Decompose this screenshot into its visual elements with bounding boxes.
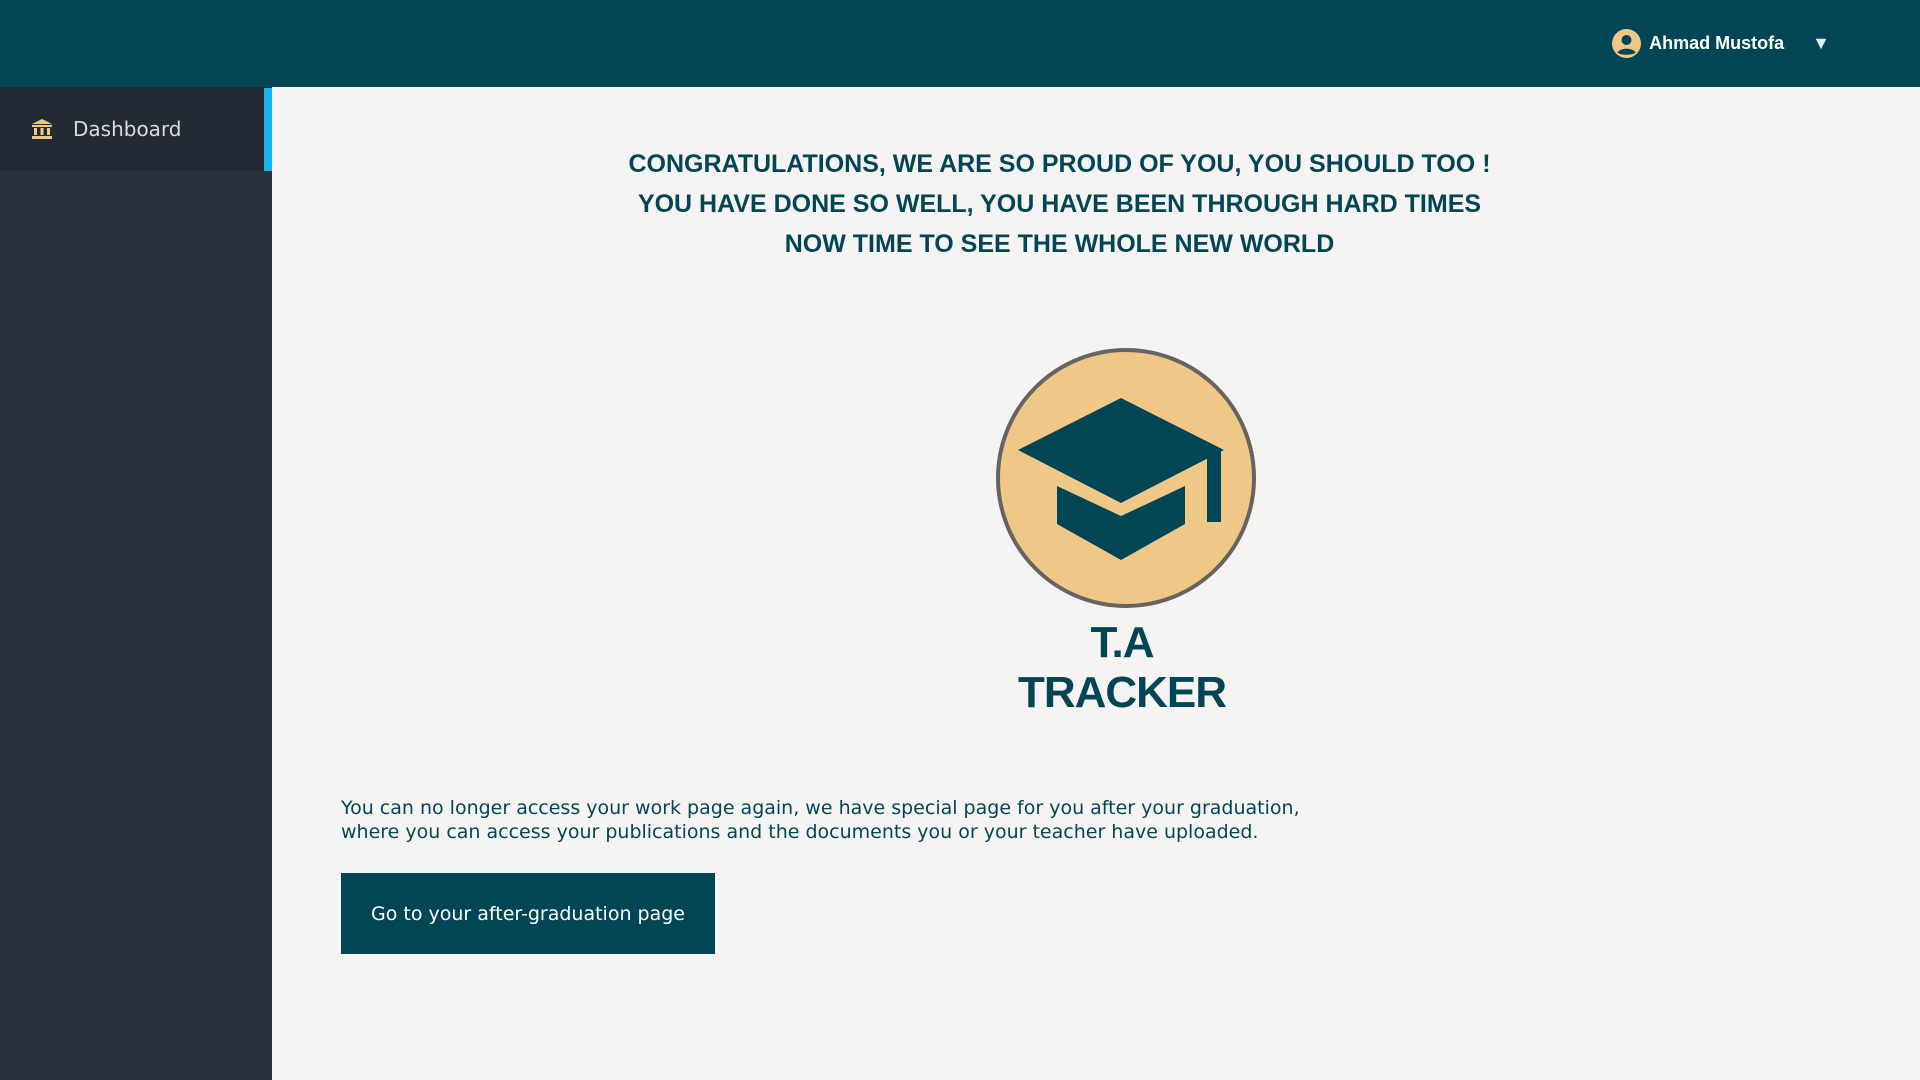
user-name[interactable]: Ahmad Mustofa: [1649, 33, 1784, 54]
after-graduation-button[interactable]: Go to your after-graduation page: [341, 873, 715, 954]
sidebar: Dashboard: [0, 87, 272, 1080]
app-logo: T.A TRACKER: [986, 346, 1258, 717]
sidebar-item-dashboard[interactable]: Dashboard: [0, 87, 272, 171]
bank-icon: [32, 119, 52, 139]
caret-down-icon[interactable]: ▼: [1812, 33, 1830, 54]
headline-line: NOW TIME TO SEE THE WHOLE NEW WORLD: [784, 230, 1335, 258]
congratulations-headline: CONGRATULATIONS, WE ARE SO PROUD OF YOU,…: [272, 144, 1847, 264]
graduation-cap-icon: [996, 348, 1256, 608]
graduation-note: You can no longer access your work page …: [341, 796, 1321, 844]
sidebar-item-label: Dashboard: [73, 117, 182, 141]
headline-line: CONGRATULATIONS, WE ARE SO PROUD OF YOU,…: [628, 150, 1491, 178]
brand-name: T.A TRACKER: [1017, 618, 1227, 717]
note-line: where you can access your publications a…: [341, 821, 1259, 843]
note-line: You can no longer access your work page …: [341, 797, 1300, 819]
active-indicator: [264, 88, 272, 171]
user-menu[interactable]: Ahmad Mustofa ▼: [1612, 0, 1830, 87]
headline-line: YOU HAVE DONE SO WELL, YOU HAVE BEEN THR…: [637, 190, 1482, 218]
top-bar: Ahmad Mustofa ▼: [0, 0, 1920, 87]
user-circle-icon: [1612, 29, 1642, 58]
